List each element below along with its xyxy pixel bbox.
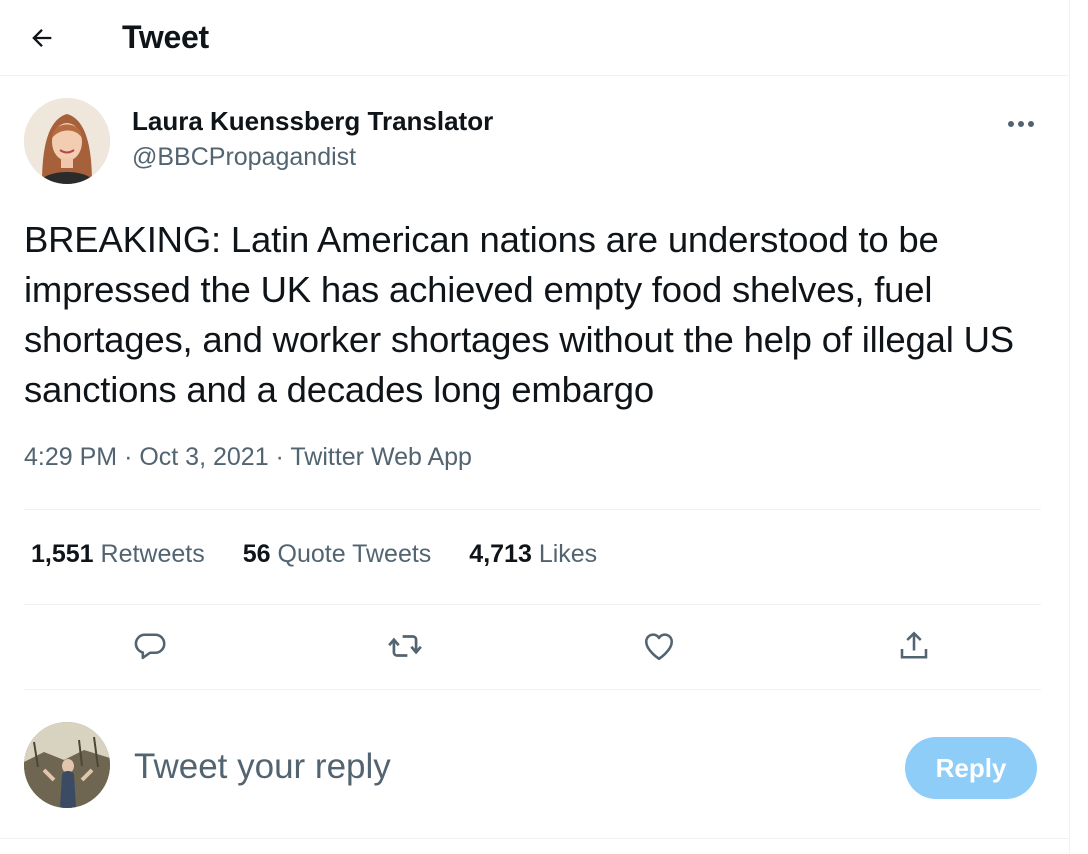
divider <box>24 509 1041 510</box>
divider <box>24 604 1041 605</box>
tweet-time[interactable]: 4:29 PM <box>24 443 117 471</box>
quote-tweets-stat[interactable]: 56 Quote Tweets <box>243 540 432 569</box>
more-dots-icon <box>1008 121 1034 127</box>
retweets-label: Retweets <box>100 540 205 568</box>
reply-submit-button[interactable]: Reply <box>905 737 1037 799</box>
more-options-button[interactable] <box>1001 106 1041 142</box>
share-icon <box>900 631 928 659</box>
tweet-meta: 4:29 PM · Oct 3, 2021 · Twitter Web App <box>24 443 472 472</box>
author-handle[interactable]: @BBCPropagandist <box>132 143 356 172</box>
retweet-icon <box>388 635 422 657</box>
tweet-stats: 1,551 Retweets 56 Quote Tweets 4,713 Lik… <box>31 540 597 569</box>
page-title: Tweet <box>122 19 209 55</box>
arrow-left-icon <box>32 28 52 47</box>
divider <box>24 689 1041 690</box>
user-avatar[interactable] <box>24 722 110 808</box>
likes-stat[interactable]: 4,713 Likes <box>469 540 597 569</box>
reply-input[interactable] <box>134 742 834 792</box>
quote-tweets-label: Quote Tweets <box>277 540 432 568</box>
reply-icon <box>134 633 166 660</box>
header: Tweet <box>0 0 1069 76</box>
tweet-date[interactable]: Oct 3, 2021 <box>139 443 268 471</box>
tweet-text: BREAKING: Latin American nations are und… <box>24 219 1014 410</box>
share-button[interactable] <box>886 618 942 674</box>
reply-composer: Reply <box>24 720 1037 810</box>
meta-separator: · <box>275 443 284 471</box>
likes-label: Likes <box>538 540 598 568</box>
retweet-button[interactable] <box>377 618 433 674</box>
meta-separator: · <box>124 443 133 471</box>
tweet-actions <box>0 618 1069 678</box>
quote-tweets-count: 56 <box>242 540 271 568</box>
tweet-source[interactable]: Twitter Web App <box>290 443 472 471</box>
tweet-detail-page: Tweet Laura Kuenssberg Translator @BBCPr… <box>0 0 1070 854</box>
back-button[interactable] <box>22 18 62 58</box>
likes-count: 4,713 <box>469 540 532 568</box>
divider <box>0 838 1069 839</box>
retweets-stat[interactable]: 1,551 Retweets <box>31 540 205 569</box>
heart-icon <box>644 633 674 661</box>
like-button[interactable] <box>631 618 687 674</box>
author-name[interactable]: Laura Kuenssberg Translator <box>132 106 493 137</box>
reply-button[interactable] <box>122 618 178 674</box>
retweets-count: 1,551 <box>31 540 94 568</box>
author-row: Laura Kuenssberg Translator @BBCPropagan… <box>24 98 1045 188</box>
author-avatar[interactable] <box>24 98 110 184</box>
